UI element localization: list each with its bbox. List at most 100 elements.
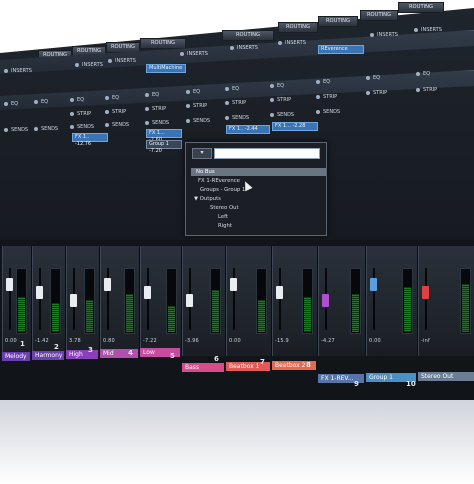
power-icon xyxy=(316,94,320,99)
volume-fader[interactable] xyxy=(276,286,283,299)
meter-fill xyxy=(304,296,311,332)
fader-value: -3.96 xyxy=(185,338,199,344)
send-slot-group[interactable]: Group 1 -7.20 xyxy=(146,140,182,154)
inserts-button[interactable]: INSERTS xyxy=(75,61,103,69)
power-icon xyxy=(225,115,229,120)
bus-option-groups[interactable]: Groups - Group 1 xyxy=(200,187,245,193)
inserts-button[interactable]: INSERTS xyxy=(370,31,398,39)
routing-tab[interactable]: ROUTING xyxy=(318,16,358,27)
eq-button[interactable]: EQ xyxy=(366,74,380,82)
volume-fader[interactable] xyxy=(144,286,151,299)
channel-name[interactable]: Melody xyxy=(2,352,30,361)
channel-number: 8 xyxy=(306,361,311,369)
channel-name[interactable]: High xyxy=(66,350,98,359)
channel-name[interactable]: Stereo Out xyxy=(418,372,474,381)
routing-tab[interactable]: ROUTING xyxy=(222,30,274,41)
power-icon xyxy=(316,109,320,114)
level-meter xyxy=(50,268,61,334)
insert-plugin-reverence[interactable]: REverence xyxy=(318,45,364,54)
send-slot[interactable]: FX 1.. -2.44 xyxy=(226,125,270,134)
sends-button[interactable]: SENDS xyxy=(34,125,58,133)
volume-fader[interactable] xyxy=(230,278,237,291)
volume-fader[interactable] xyxy=(6,278,13,291)
meter-fill xyxy=(462,284,469,332)
insert-plugin-multimachine[interactable]: MultiMachine xyxy=(146,64,186,73)
send-slot[interactable]: FX 1... -2.28 xyxy=(272,122,318,131)
inserts-button[interactable]: INSERTS xyxy=(414,26,442,34)
strip-button[interactable]: STRIP xyxy=(316,93,337,101)
volume-fader[interactable] xyxy=(36,286,43,299)
volume-fader[interactable] xyxy=(186,294,193,307)
routing-tab[interactable]: ROUTING xyxy=(140,38,186,49)
inserts-button[interactable]: INSERTS xyxy=(230,44,258,52)
eq-button[interactable]: EQ xyxy=(416,70,430,78)
power-icon xyxy=(4,101,8,106)
strip-button[interactable]: STRIP xyxy=(186,102,207,110)
channel-name[interactable]: Harmony xyxy=(32,351,64,360)
strip-button[interactable]: STRIP xyxy=(105,108,126,116)
eq-button[interactable]: EQ xyxy=(34,98,48,106)
routing-tab[interactable]: ROUTING xyxy=(106,42,140,53)
volume-fader[interactable] xyxy=(70,294,77,307)
power-icon xyxy=(145,92,149,97)
routing-tab[interactable]: ROUTING xyxy=(360,10,398,21)
channel-number: 4 xyxy=(128,349,133,357)
sends-button[interactable]: SENDS xyxy=(316,108,340,116)
eq-button[interactable]: EQ xyxy=(316,78,330,86)
routing-tab[interactable]: ROUTING xyxy=(398,2,444,13)
strip-button[interactable]: STRIP xyxy=(270,96,291,104)
mixer-screenshot: ROUTING ROUTING ROUTING ROUTING ROUTING … xyxy=(0,0,474,484)
volume-fader[interactable] xyxy=(322,294,329,307)
level-meter xyxy=(350,268,361,334)
floor-reflection xyxy=(0,400,474,484)
eq-button[interactable]: EQ xyxy=(70,96,84,104)
bus-option-stereo-out[interactable]: Stereo Out xyxy=(210,205,239,211)
send-slot[interactable]: FX 1.. -12.76 xyxy=(72,133,108,147)
inserts-button[interactable]: INSERTS xyxy=(180,50,208,58)
strip-button[interactable]: STRIP xyxy=(225,99,246,107)
strip-button[interactable]: STRIP xyxy=(70,110,91,118)
eq-button[interactable]: EQ xyxy=(225,85,239,93)
routing-tab[interactable]: ROUTING xyxy=(278,22,318,33)
fader-value: 0.00 xyxy=(5,338,17,344)
strip-button[interactable]: STRIP xyxy=(416,86,437,94)
bus-option-no-bus[interactable]: No Bus xyxy=(191,168,326,176)
sends-button[interactable]: SENDS xyxy=(186,117,210,125)
eq-button[interactable]: EQ xyxy=(105,94,119,102)
bus-filter-dropdown[interactable]: ▾ xyxy=(192,148,212,159)
sends-button[interactable]: SENDS xyxy=(70,123,94,131)
volume-fader[interactable] xyxy=(422,286,429,299)
sends-button[interactable]: SENDS xyxy=(225,114,249,122)
bus-option-left[interactable]: Left xyxy=(218,214,228,220)
outputs-folder[interactable]: ▼ Outputs xyxy=(194,196,221,202)
eq-button[interactable]: EQ xyxy=(186,88,200,96)
bus-option-right[interactable]: Right xyxy=(218,223,232,229)
eq-button[interactable]: EQ xyxy=(270,82,284,90)
sends-button[interactable]: SENDS xyxy=(105,121,129,129)
volume-fader[interactable] xyxy=(104,278,111,291)
send-slot[interactable]: FX 1... -2.60 xyxy=(146,129,182,143)
fader-track xyxy=(425,268,427,330)
volume-fader[interactable] xyxy=(370,278,377,291)
eq-button[interactable]: EQ xyxy=(4,100,18,108)
inserts-button[interactable]: INSERTS xyxy=(108,57,136,65)
sends-button[interactable]: SENDS xyxy=(4,126,28,134)
strip-button[interactable]: STRIP xyxy=(145,105,166,113)
meter-fill xyxy=(86,300,93,332)
power-icon xyxy=(105,122,109,127)
power-icon xyxy=(4,127,8,132)
bus-search-input[interactable] xyxy=(214,148,320,159)
power-icon xyxy=(34,99,38,104)
channel-number: 10 xyxy=(406,380,416,388)
sends-button[interactable]: SENDS xyxy=(270,111,294,119)
channel-name[interactable]: Bass xyxy=(182,363,224,372)
power-icon xyxy=(145,120,149,125)
fader-track xyxy=(147,268,149,330)
eq-button[interactable]: EQ xyxy=(145,91,159,99)
sends-button[interactable]: SENDS xyxy=(145,119,169,127)
inserts-button[interactable]: INSERTS xyxy=(4,67,32,75)
channel-number: 3 xyxy=(88,346,93,354)
inserts-button[interactable]: INSERTS xyxy=(278,39,306,47)
bus-option-fx[interactable]: FX 1-REverence xyxy=(198,178,240,184)
strip-button[interactable]: STRIP xyxy=(366,89,387,97)
